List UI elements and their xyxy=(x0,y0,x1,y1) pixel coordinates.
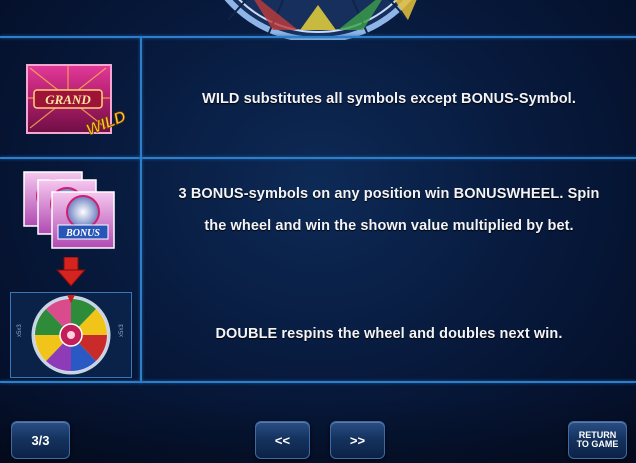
table-bottom-line xyxy=(0,381,636,383)
next-page-label: >> xyxy=(349,432,366,448)
top-wheel-decoration: 5 25 xyxy=(188,0,448,40)
svg-text:x5x3: x5x3 xyxy=(17,324,23,337)
return-to-game-button[interactable]: RETURN TO GAME xyxy=(568,421,627,459)
prev-page-button[interactable]: << xyxy=(255,421,310,459)
rule-double-text: DOUBLE respins the wheel and doubles nex… xyxy=(215,326,563,342)
rule-bonus-text-line2: the wheel and win the shown value multip… xyxy=(204,218,574,234)
wild-symbol: GRAND WILD xyxy=(26,64,129,148)
prev-page-label: << xyxy=(274,432,291,448)
svg-text:x5x3: x5x3 xyxy=(119,324,125,337)
next-page-button[interactable]: >> xyxy=(330,421,385,459)
wild-symbol-logo-text: GRAND xyxy=(45,92,91,107)
return-label-line2: TO GAME xyxy=(576,439,619,449)
rule-wild-text: WILD substitutes all symbols except BONU… xyxy=(202,91,576,107)
down-arrow-icon xyxy=(55,256,87,287)
table-top-line xyxy=(0,36,636,38)
bonus-symbols-stack: BONUS xyxy=(22,170,122,250)
page-indicator-button[interactable]: 3/3 xyxy=(11,421,70,459)
table-divider-line xyxy=(0,157,636,159)
page-indicator-label: 3/3 xyxy=(31,432,50,448)
footer-bar xyxy=(0,395,636,463)
bonus-label-text: BONUS xyxy=(65,228,100,239)
rule-bonus-text-line1: 3 BONUS-symbols on any position win BONU… xyxy=(178,186,600,202)
bonus-wheel-image: x5x3 x5x3 xyxy=(10,292,132,378)
